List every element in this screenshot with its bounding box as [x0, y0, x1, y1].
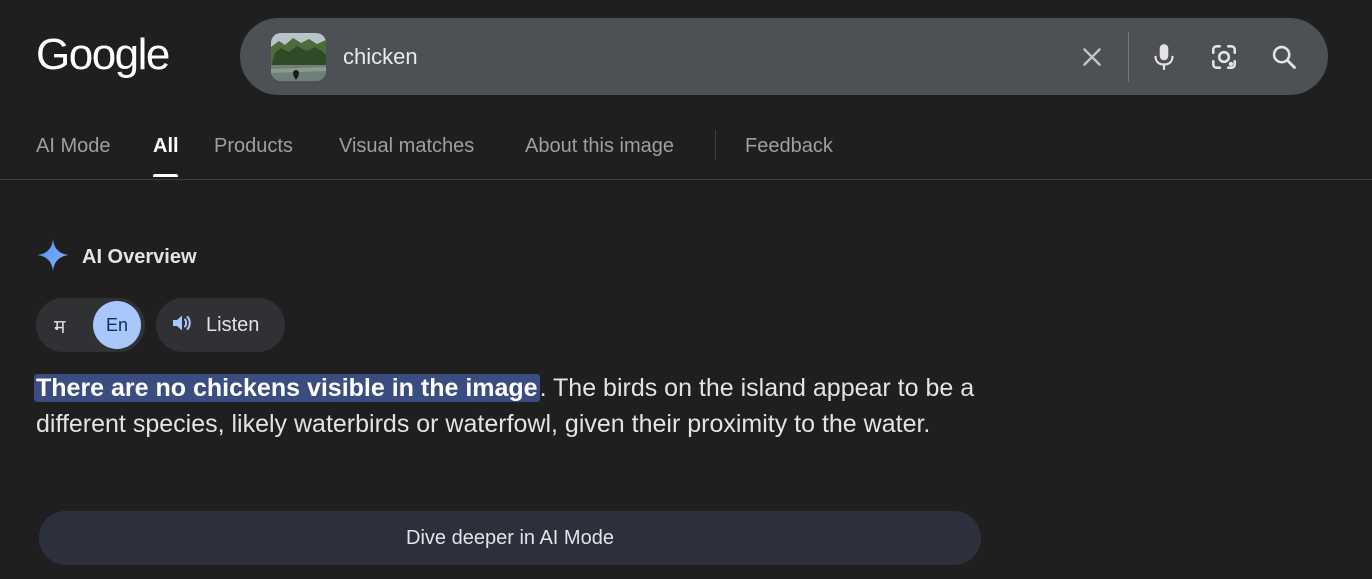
tab-ai-mode[interactable]: AI Mode: [36, 134, 110, 158]
tab-products[interactable]: Products: [214, 134, 293, 158]
page: Google chicken AI Mode All Products Visu…: [0, 0, 1372, 579]
active-tab-indicator: [153, 174, 178, 177]
listen-button[interactable]: Listen: [156, 298, 285, 352]
uploaded-image-thumbnail[interactable]: [271, 33, 326, 81]
google-logo[interactable]: Google: [36, 30, 170, 80]
ai-overview-title: AI Overview: [82, 245, 197, 268]
search-icon[interactable]: [1265, 38, 1303, 76]
tab-feedback[interactable]: Feedback: [745, 134, 833, 158]
close-icon[interactable]: [1073, 38, 1111, 76]
search-bar[interactable]: chicken: [240, 18, 1328, 95]
ai-overview-header: AI Overview: [36, 238, 197, 277]
tab-divider: [715, 130, 716, 160]
tab-visual-matches[interactable]: Visual matches: [339, 134, 474, 158]
answer-highlight: There are no chickens visible in the ima…: [34, 374, 540, 402]
tab-all[interactable]: All: [153, 134, 179, 158]
search-bar-divider: [1128, 32, 1129, 82]
ai-overview-answer: There are no chickens visible in the ima…: [34, 370, 986, 442]
sparkle-icon: [36, 238, 70, 277]
search-query[interactable]: chicken: [343, 44, 418, 70]
speaker-icon: [170, 311, 194, 340]
search-tabs: AI Mode All Products Visual matches Abou…: [0, 118, 1372, 180]
dive-deeper-button[interactable]: Dive deeper in AI Mode: [39, 511, 981, 565]
tab-about-this-image[interactable]: About this image: [525, 134, 674, 158]
mic-icon[interactable]: [1145, 38, 1183, 76]
lang-option-english[interactable]: En: [93, 301, 141, 349]
lang-option-marathi[interactable]: म: [54, 313, 65, 339]
language-toggle[interactable]: म En: [36, 298, 145, 352]
listen-label: Listen: [206, 313, 260, 336]
lens-icon[interactable]: [1205, 38, 1243, 76]
